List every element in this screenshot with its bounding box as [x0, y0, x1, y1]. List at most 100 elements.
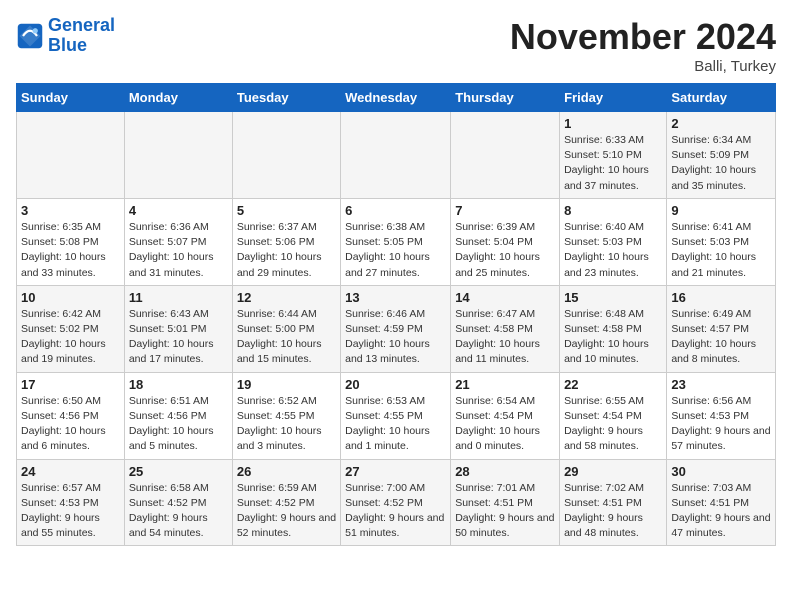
calendar-cell: 13Sunrise: 6:46 AM Sunset: 4:59 PM Dayli… [341, 285, 451, 372]
calendar-cell: 28 Sunrise: 7:01 AM Sunset: 4:51 PM Dayli… [451, 459, 560, 546]
calendar-cell: 8 Sunrise: 6:40 AM Sunset: 5:03 PM Daylig… [560, 198, 667, 285]
calendar-cell: 14 Sunrise: 6:47 AM Sunset: 4:58 PM Dayli… [451, 285, 560, 372]
weekday-header: Friday [560, 84, 667, 112]
calendar-cell [451, 112, 560, 199]
day-info: Sunrise: 6:56 AM Sunset: 4:53 PM Dayligh… [671, 394, 771, 455]
day-number: 19 [237, 377, 336, 392]
day-info: Sunrise: 6:40 AM Sunset: 5:03 PM Dayligh… [564, 220, 662, 281]
calendar-header: SundayMondayTuesdayWednesdayThursdayFrid… [17, 84, 776, 112]
day-number: 16 [671, 290, 771, 305]
day-info: Sunrise: 6:39 AM Sunset: 5:04 PM Dayligh… [455, 220, 555, 281]
day-info: Sunrise: 6:34 AM Sunset: 5:09 PM Dayligh… [671, 133, 771, 194]
day-info: Sunrise: 7:03 AM Sunset: 4:51 PM Dayligh… [671, 481, 771, 542]
calendar-cell: 18 Sunrise: 6:51 AM Sunset: 4:56 PM Dayli… [124, 372, 232, 459]
calendar-cell: 6 Sunrise: 6:38 AM Sunset: 5:05 PM Daylig… [341, 198, 451, 285]
calendar-table: SundayMondayTuesdayWednesdayThursdayFrid… [16, 83, 776, 546]
calendar-cell: 29Sunrise: 7:02 AM Sunset: 4:51 PM Dayli… [560, 459, 667, 546]
day-info: Sunrise: 7:01 AM Sunset: 4:51 PM Dayligh… [455, 481, 555, 542]
day-info: Sunrise: 6:57 AM Sunset: 4:53 PM Dayligh… [21, 481, 120, 542]
calendar-week-row: 1Sunrise: 6:33 AM Sunset: 5:10 PM Daylig… [17, 112, 776, 199]
day-number: 15 [564, 290, 662, 305]
day-number: 8 [564, 203, 662, 218]
calendar-cell: 25Sunrise: 6:58 AM Sunset: 4:52 PM Dayli… [124, 459, 232, 546]
calendar-cell: 5 Sunrise: 6:37 AM Sunset: 5:06 PM Daylig… [232, 198, 340, 285]
day-info: Sunrise: 6:33 AM Sunset: 5:10 PM Dayligh… [564, 133, 662, 194]
day-info: Sunrise: 6:44 AM Sunset: 5:00 PM Dayligh… [237, 307, 336, 368]
calendar-cell: 19 Sunrise: 6:52 AM Sunset: 4:55 PM Dayli… [232, 372, 340, 459]
calendar-week-row: 24 Sunrise: 6:57 AM Sunset: 4:53 PM Dayli… [17, 459, 776, 546]
day-number: 22 [564, 377, 662, 392]
weekday-header: Thursday [451, 84, 560, 112]
day-info: Sunrise: 6:42 AM Sunset: 5:02 PM Dayligh… [21, 307, 120, 368]
day-info: Sunrise: 6:50 AM Sunset: 4:56 PM Dayligh… [21, 394, 120, 455]
day-number: 14 [455, 290, 555, 305]
title-area: November 2024 Balli, Turkey [510, 16, 776, 75]
calendar-week-row: 17 Sunrise: 6:50 AM Sunset: 4:56 PM Dayli… [17, 372, 776, 459]
day-number: 27 [345, 464, 446, 479]
weekday-header: Monday [124, 84, 232, 112]
day-info: Sunrise: 7:00 AM Sunset: 4:52 PM Dayligh… [345, 481, 446, 542]
day-number: 21 [455, 377, 555, 392]
day-number: 2 [671, 116, 771, 131]
day-number: 17 [21, 377, 120, 392]
calendar-cell [341, 112, 451, 199]
day-info: Sunrise: 6:47 AM Sunset: 4:58 PM Dayligh… [455, 307, 555, 368]
day-number: 3 [21, 203, 120, 218]
day-number: 26 [237, 464, 336, 479]
day-number: 10 [21, 290, 120, 305]
location: Balli, Turkey [510, 58, 776, 75]
calendar-cell: 9 Sunrise: 6:41 AM Sunset: 5:03 PM Daylig… [667, 198, 776, 285]
calendar-week-row: 10 Sunrise: 6:42 AM Sunset: 5:02 PM Dayli… [17, 285, 776, 372]
calendar-week-row: 3 Sunrise: 6:35 AM Sunset: 5:08 PM Daylig… [17, 198, 776, 285]
day-number: 30 [671, 464, 771, 479]
logo-text: General Blue [48, 16, 115, 56]
day-info: Sunrise: 6:52 AM Sunset: 4:55 PM Dayligh… [237, 394, 336, 455]
day-number: 29 [564, 464, 662, 479]
calendar-cell: 30 Sunrise: 7:03 AM Sunset: 4:51 PM Dayli… [667, 459, 776, 546]
calendar-cell [17, 112, 125, 199]
day-number: 18 [129, 377, 228, 392]
calendar-cell: 17 Sunrise: 6:50 AM Sunset: 4:56 PM Dayli… [17, 372, 125, 459]
logo-line2: Blue [48, 35, 87, 55]
day-info: Sunrise: 6:58 AM Sunset: 4:52 PM Dayligh… [129, 481, 228, 542]
calendar-cell: 2 Sunrise: 6:34 AM Sunset: 5:09 PM Daylig… [667, 112, 776, 199]
day-number: 24 [21, 464, 120, 479]
logo: General Blue [16, 16, 115, 56]
calendar-cell: 7Sunrise: 6:39 AM Sunset: 5:04 PM Daylig… [451, 198, 560, 285]
calendar-cell: 24 Sunrise: 6:57 AM Sunset: 4:53 PM Dayli… [17, 459, 125, 546]
day-info: Sunrise: 6:55 AM Sunset: 4:54 PM Dayligh… [564, 394, 662, 455]
calendar-cell: 15 Sunrise: 6:48 AM Sunset: 4:58 PM Dayli… [560, 285, 667, 372]
calendar-cell: 21 Sunrise: 6:54 AM Sunset: 4:54 PM Dayli… [451, 372, 560, 459]
weekday-header: Tuesday [232, 84, 340, 112]
weekday-header-row: SundayMondayTuesdayWednesdayThursdayFrid… [17, 84, 776, 112]
day-number: 5 [237, 203, 336, 218]
day-info: Sunrise: 6:41 AM Sunset: 5:03 PM Dayligh… [671, 220, 771, 281]
calendar-cell [124, 112, 232, 199]
day-info: Sunrise: 6:51 AM Sunset: 4:56 PM Dayligh… [129, 394, 228, 455]
calendar-cell: 11 Sunrise: 6:43 AM Sunset: 5:01 PM Dayli… [124, 285, 232, 372]
day-number: 28 [455, 464, 555, 479]
day-info: Sunrise: 6:48 AM Sunset: 4:58 PM Dayligh… [564, 307, 662, 368]
calendar-cell: 12Sunrise: 6:44 AM Sunset: 5:00 PM Dayli… [232, 285, 340, 372]
day-number: 9 [671, 203, 771, 218]
day-info: Sunrise: 6:36 AM Sunset: 5:07 PM Dayligh… [129, 220, 228, 281]
day-info: Sunrise: 6:35 AM Sunset: 5:08 PM Dayligh… [21, 220, 120, 281]
day-info: Sunrise: 6:54 AM Sunset: 4:54 PM Dayligh… [455, 394, 555, 455]
day-number: 6 [345, 203, 446, 218]
day-number: 4 [129, 203, 228, 218]
calendar-body: 1Sunrise: 6:33 AM Sunset: 5:10 PM Daylig… [17, 112, 776, 546]
day-info: Sunrise: 6:37 AM Sunset: 5:06 PM Dayligh… [237, 220, 336, 281]
day-info: Sunrise: 6:43 AM Sunset: 5:01 PM Dayligh… [129, 307, 228, 368]
day-info: Sunrise: 6:38 AM Sunset: 5:05 PM Dayligh… [345, 220, 446, 281]
day-number: 11 [129, 290, 228, 305]
calendar-cell: 16 Sunrise: 6:49 AM Sunset: 4:57 PM Dayli… [667, 285, 776, 372]
day-info: Sunrise: 6:49 AM Sunset: 4:57 PM Dayligh… [671, 307, 771, 368]
month-title: November 2024 [510, 16, 776, 58]
calendar-cell: 4 Sunrise: 6:36 AM Sunset: 5:07 PM Daylig… [124, 198, 232, 285]
calendar-cell: 3 Sunrise: 6:35 AM Sunset: 5:08 PM Daylig… [17, 198, 125, 285]
calendar-cell: 1Sunrise: 6:33 AM Sunset: 5:10 PM Daylig… [560, 112, 667, 199]
day-number: 23 [671, 377, 771, 392]
calendar-cell: 27 Sunrise: 7:00 AM Sunset: 4:52 PM Dayli… [341, 459, 451, 546]
logo-icon [16, 22, 44, 50]
weekday-header: Sunday [17, 84, 125, 112]
